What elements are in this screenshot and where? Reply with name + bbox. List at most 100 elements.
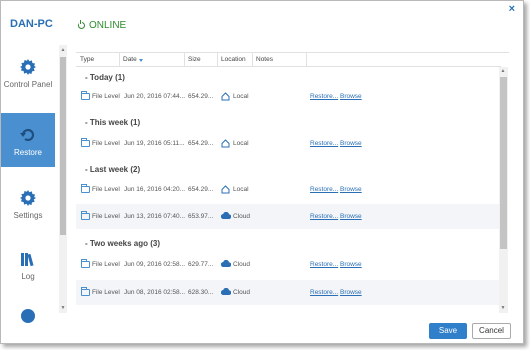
cell-type: File Level — [92, 93, 120, 100]
column-header-size[interactable]: Size — [188, 56, 201, 63]
group-header[interactable]: - This week (1) — [85, 118, 140, 127]
group-title: Last week (2) — [89, 165, 141, 174]
folder-icon — [81, 91, 90, 100]
cell-size: 654.29... — [188, 93, 214, 100]
sidebar-item-log[interactable]: Log — [1, 237, 55, 291]
cell-date: Jun 13, 2016 07:40... — [124, 213, 186, 220]
column-header-notes[interactable]: Notes — [256, 56, 273, 63]
home-icon — [221, 185, 230, 194]
sidebar-scrollbar[interactable]: ▲ ▼ — [59, 45, 67, 313]
table-row[interactable]: File Level Jun 19, 2016 05:11... 654.29.… — [76, 131, 501, 156]
cloud-icon — [221, 260, 231, 267]
cell-location: Cloud — [233, 289, 250, 296]
sidebar-item-info[interactable] — [1, 299, 55, 343]
table-scrollbar[interactable]: ▲ ▼ — [499, 67, 508, 313]
sidebar-item-label: Log — [21, 272, 35, 281]
sidebar-item-label: Settings — [13, 211, 43, 220]
restore-link[interactable]: Restore... — [310, 140, 338, 147]
sidebar-item-label: Control Panel — [3, 80, 53, 89]
scrollbar-thumb[interactable] — [60, 57, 66, 235]
sidebar-item-label: Restore — [13, 148, 42, 157]
app-window: × DAN-PC ONLINE Control Panel Restore Se… — [0, 0, 524, 344]
sort-desc-icon — [138, 59, 143, 62]
cell-location: Local — [233, 140, 249, 147]
restore-icon — [20, 128, 35, 142]
restore-link[interactable]: Restore... — [310, 289, 338, 296]
home-icon — [221, 92, 230, 101]
restore-link[interactable]: Restore... — [310, 93, 338, 100]
cell-size: 653.97... — [188, 213, 214, 220]
restore-link[interactable]: Restore... — [310, 186, 338, 193]
group-header[interactable]: - Today (1) — [85, 73, 125, 82]
group-title: Two weeks ago (3) — [89, 239, 160, 248]
cell-size: 654.29... — [188, 140, 214, 147]
table-row[interactable]: File Level Jun 13, 2016 07:40... 653.97.… — [76, 204, 501, 229]
cell-date: Jun 16, 2016 04:20... — [124, 186, 186, 193]
group-header[interactable]: - Two weeks ago (3) — [85, 239, 160, 248]
close-icon[interactable]: × — [509, 3, 515, 15]
cell-date: Jun 09, 2016 02:58... — [124, 261, 186, 268]
cell-type: File Level — [92, 186, 120, 193]
cloud-icon — [221, 288, 231, 295]
folder-icon — [81, 287, 90, 296]
restore-link[interactable]: Restore... — [310, 213, 338, 220]
cell-date: Jun 08, 2016 02:58... — [124, 289, 186, 296]
table-row[interactable]: File Level Jun 16, 2016 04:20... 654.29.… — [76, 177, 501, 202]
browse-link[interactable]: Browse — [340, 213, 362, 220]
browse-link[interactable]: Browse — [340, 93, 362, 100]
group-title: This week (1) — [89, 118, 141, 127]
group-header[interactable]: - Last week (2) — [85, 165, 140, 174]
home-icon — [221, 139, 230, 148]
sidebar-item-settings[interactable]: Settings — [1, 176, 55, 230]
status-indicator: ONLINE — [78, 20, 126, 31]
cell-location: Cloud — [233, 261, 250, 268]
cell-location: Local — [233, 93, 249, 100]
cell-type: File Level — [92, 213, 120, 220]
gear-icon — [20, 59, 36, 75]
column-header-date[interactable]: Date — [123, 56, 143, 63]
cell-type: File Level — [92, 140, 120, 147]
restore-link[interactable]: Restore... — [310, 261, 338, 268]
group-title: Today (1) — [89, 73, 125, 82]
cell-size: 629.77... — [188, 261, 214, 268]
cell-location: Local — [233, 186, 249, 193]
cell-location: Cloud — [233, 213, 250, 220]
table-row[interactable]: File Level Jun 09, 2016 02:58... 629.77.… — [76, 252, 501, 277]
status-text: ONLINE — [89, 20, 127, 31]
cell-type: File Level — [92, 261, 120, 268]
cell-date: Jun 19, 2016 05:11... — [124, 140, 185, 147]
folder-icon — [81, 138, 90, 147]
cell-date: Jun 20, 2016 07:44... — [124, 93, 186, 100]
scroll-up-icon[interactable]: ▲ — [500, 68, 506, 74]
cloud-icon — [221, 212, 231, 219]
computer-name: DAN-PC — [10, 18, 53, 30]
cell-type: File Level — [92, 289, 120, 296]
browse-link[interactable]: Browse — [340, 289, 362, 296]
browse-link[interactable]: Browse — [340, 186, 362, 193]
table-row[interactable]: File Level Jun 08, 2016 02:58... 628.30.… — [76, 280, 501, 305]
restore-points-table: Type Date Size Location Notes - Today (1… — [76, 52, 509, 312]
folder-icon — [81, 211, 90, 220]
info-icon — [21, 309, 35, 323]
scroll-up-icon[interactable]: ▲ — [60, 47, 66, 53]
log-icon — [21, 253, 34, 267]
browse-link[interactable]: Browse — [340, 261, 362, 268]
scrollbar-thumb[interactable] — [500, 77, 507, 249]
table-row[interactable]: File Level Jun 20, 2016 07:44... 654.29.… — [76, 84, 501, 109]
cell-size: 654.29... — [188, 186, 214, 193]
column-header-location[interactable]: Location — [221, 56, 246, 63]
save-button[interactable]: Save — [429, 323, 467, 339]
column-header-label: Date — [123, 56, 137, 63]
table-body: - Today (1) File Level Jun 20, 2016 07:4… — [76, 68, 501, 312]
column-header-type[interactable]: Type — [80, 56, 94, 63]
cell-size: 628.30... — [188, 289, 214, 296]
sidebar: Control Panel Restore Settings Log — [1, 45, 57, 323]
cancel-button[interactable]: Cancel — [472, 323, 511, 339]
sidebar-item-control-panel[interactable]: Control Panel — [1, 45, 55, 99]
browse-link[interactable]: Browse — [340, 140, 362, 147]
scroll-down-icon[interactable]: ▼ — [60, 305, 66, 311]
scroll-down-icon[interactable]: ▼ — [500, 305, 506, 311]
table-header: Type Date Size Location Notes — [76, 53, 501, 67]
power-icon — [78, 20, 85, 29]
sidebar-item-restore[interactable]: Restore — [1, 113, 55, 167]
